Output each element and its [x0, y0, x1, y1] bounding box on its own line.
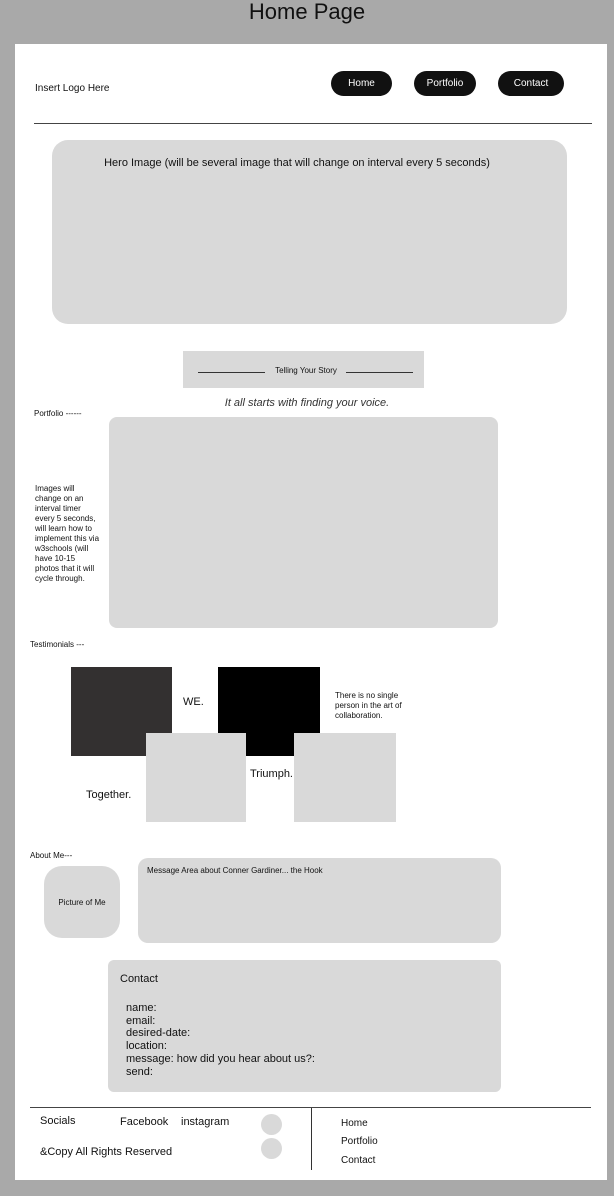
contact-send[interactable]: send:: [126, 1066, 315, 1079]
testimonial-word-we: WE.: [183, 696, 204, 708]
contact-title: Contact: [120, 973, 158, 985]
about-message-text: Message Area about Conner Gardiner... th…: [147, 866, 323, 875]
story-line-left: [198, 372, 265, 373]
footer-nav-contact[interactable]: Contact: [341, 1155, 375, 1166]
hero-caption: Hero Image (will be several image that w…: [104, 157, 490, 169]
page-title: Home Page: [248, 0, 366, 24]
testimonial-image-4: [294, 733, 396, 822]
profile-picture-caption: Picture of Me: [58, 897, 106, 907]
socials-label: Socials: [40, 1115, 76, 1127]
footer-vertical-divider: [311, 1108, 312, 1170]
footer-nav-portfolio[interactable]: Portfolio: [341, 1136, 378, 1147]
testimonial-quote: There is no single person in the art of …: [335, 691, 402, 720]
portfolio-slideshow-placeholder: [109, 417, 498, 628]
portfolio-section-label: Portfolio ------: [34, 409, 82, 418]
profile-picture-placeholder: Picture of Me: [44, 866, 120, 938]
contact-field-message[interactable]: message: how did you hear about us?:: [126, 1053, 315, 1066]
story-tagline: It all starts with finding your voice.: [224, 397, 390, 409]
story-heading: Telling Your Story: [275, 366, 337, 375]
social-icon-placeholder[interactable]: [261, 1114, 282, 1135]
nav-contact-button[interactable]: Contact: [498, 71, 564, 96]
header-divider: [34, 123, 592, 124]
nav-portfolio-button[interactable]: Portfolio: [414, 71, 476, 96]
testimonial-image-3: [146, 733, 246, 822]
contact-field-desired-date[interactable]: desired-date:: [126, 1027, 315, 1040]
social-icon-placeholder[interactable]: [261, 1138, 282, 1159]
contact-field-list: name: email: desired-date: location: mes…: [126, 1002, 315, 1078]
testimonials-section-label: Testimonials ---: [30, 640, 85, 649]
footer-nav-home[interactable]: Home: [341, 1118, 368, 1129]
about-section-label: About Me---: [30, 851, 73, 860]
contact-field-location[interactable]: location:: [126, 1040, 315, 1053]
logo-placeholder[interactable]: Insert Logo Here: [35, 83, 110, 94]
contact-field-name[interactable]: name:: [126, 1002, 315, 1015]
nav-home-button[interactable]: Home: [331, 71, 392, 96]
portfolio-note: Images will change on an interval timer …: [35, 484, 100, 583]
instagram-link[interactable]: instagram: [181, 1116, 229, 1128]
facebook-link[interactable]: Facebook: [120, 1116, 168, 1128]
story-line-right: [346, 372, 413, 373]
copyright-text: &Copy All Rights Reserved: [40, 1146, 173, 1158]
testimonial-word-triumph: Triumph.: [250, 768, 293, 780]
testimonial-word-together: Together.: [86, 789, 132, 801]
contact-field-email[interactable]: email:: [126, 1015, 315, 1028]
